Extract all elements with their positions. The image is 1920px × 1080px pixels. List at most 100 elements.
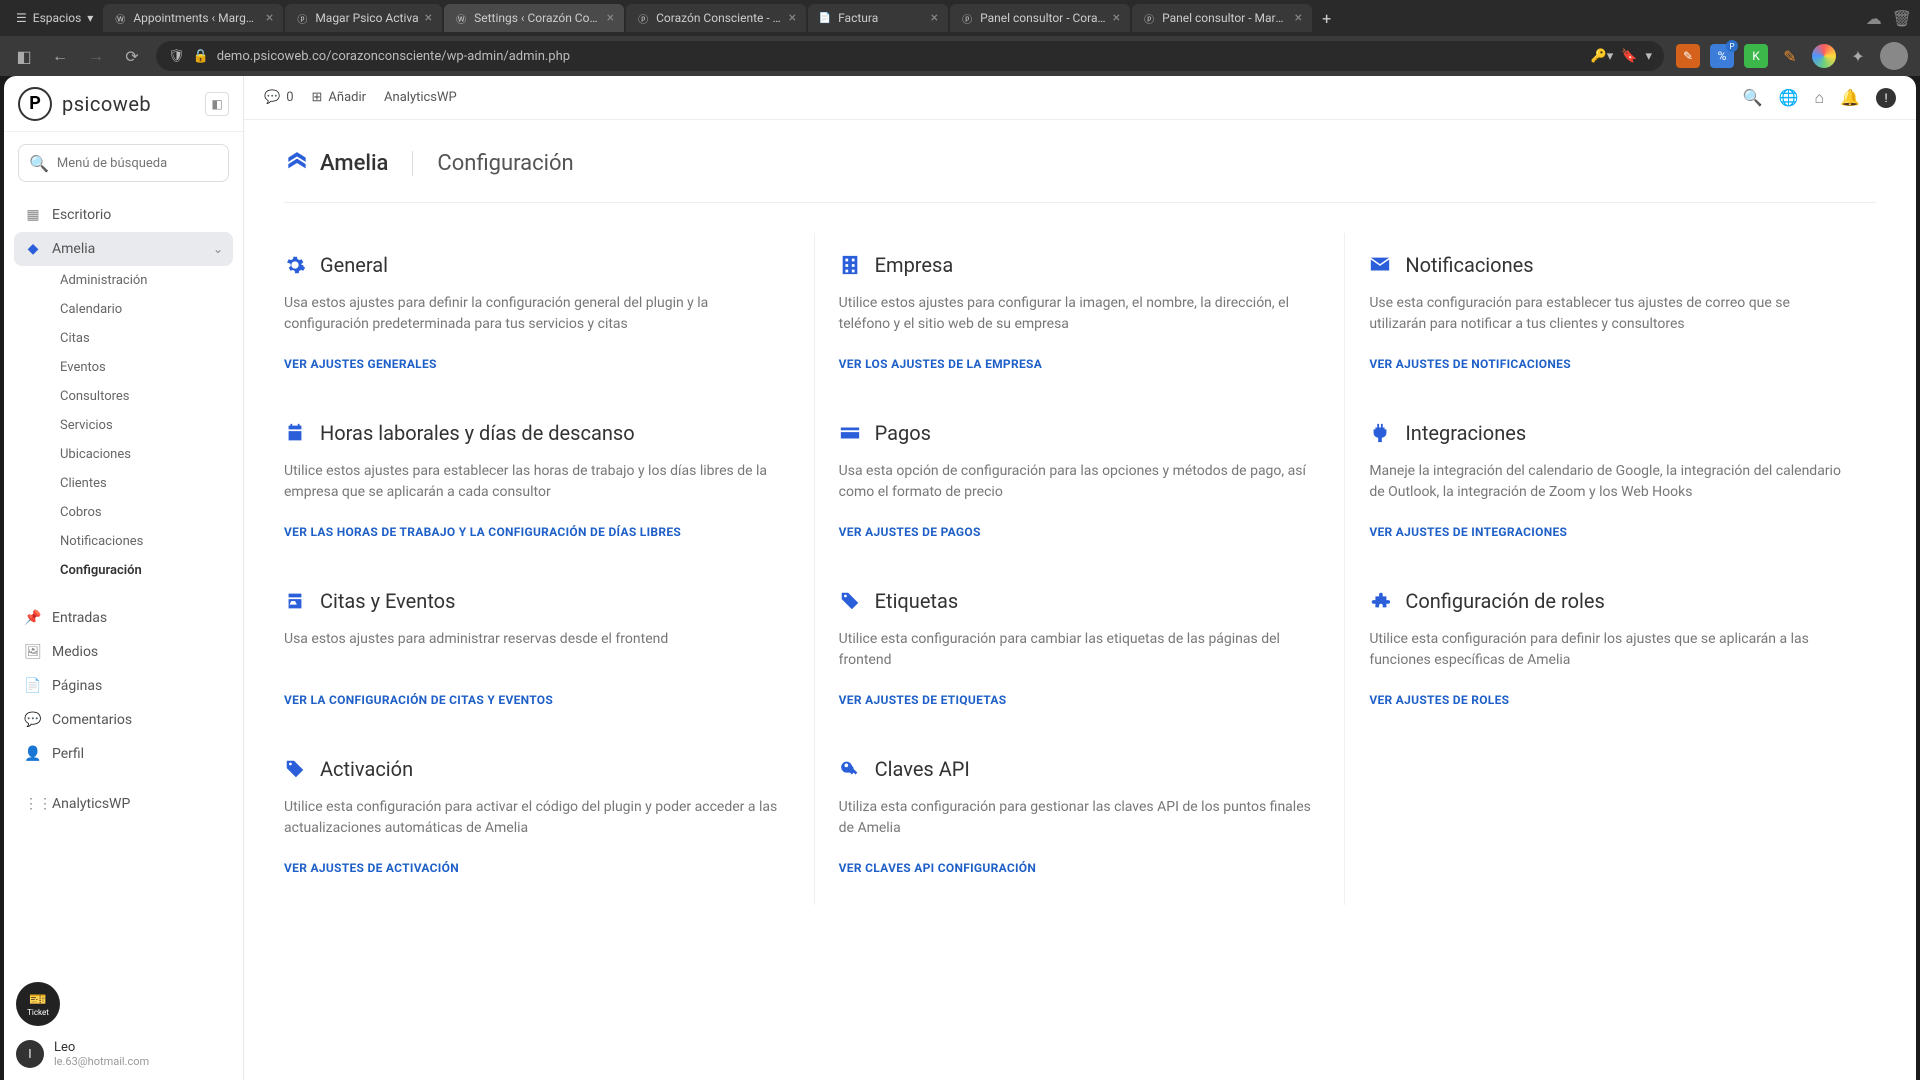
amelia-logo-icon <box>284 150 310 176</box>
tab-label: Factura <box>838 11 925 25</box>
topbar-comments[interactable]: 💬 0 <box>264 90 294 105</box>
sidebar-subitem[interactable]: Clientes <box>38 469 233 498</box>
card-link[interactable]: VER AJUSTES DE ACTIVACIÓN <box>284 861 784 875</box>
key-icon <box>839 758 861 780</box>
settings-card: Integraciones Maneje la integración del … <box>1345 401 1876 569</box>
sidebar-subitem[interactable]: Consultores <box>38 382 233 411</box>
sidebar-item-entries[interactable]: 📌 Entradas <box>14 601 233 635</box>
sidebar-subitem[interactable]: Calendario <box>38 295 233 324</box>
card-link[interactable]: VER AJUSTES DE NOTIFICACIONES <box>1369 357 1846 371</box>
marker-ext-icon[interactable]: ✎ <box>1778 44 1802 68</box>
card-link[interactable]: VER LA CONFIGURACIÓN DE CITAS Y EVENTOS <box>284 693 784 707</box>
sidebar-subitem[interactable]: Cobros <box>38 498 233 527</box>
card-title: Etiquetas <box>875 589 959 613</box>
extensions-icon[interactable]: ✦ <box>1846 44 1870 68</box>
sidebar-toggle-icon[interactable]: ◧ <box>12 47 36 66</box>
browser-tab[interactable]: ⓟMagar Psico Activa× <box>285 4 442 32</box>
sidebar-collapse-button[interactable]: ◧ <box>205 92 229 116</box>
percent-ext-icon[interactable]: %P <box>1710 44 1734 68</box>
favicon-icon: 📄 <box>818 11 832 25</box>
page-title: Configuración <box>412 151 573 176</box>
close-icon[interactable]: × <box>607 10 614 26</box>
ticket-label: Ticket <box>27 1008 49 1017</box>
mail-icon <box>1369 254 1391 276</box>
browser-tab[interactable]: Ⓦ Appointments ‹ Marga Ps × <box>103 4 283 32</box>
address-bar[interactable]: 🛡 🔒 demo.psicoweb.co/corazonconsciente/w… <box>156 41 1664 71</box>
sidebar-subitem[interactable]: Servicios <box>38 411 233 440</box>
globe-icon[interactable]: 🌐 <box>1778 88 1798 108</box>
user-profile[interactable]: l Leo le.63@hotmail.com <box>16 1040 231 1068</box>
sidebar-subitem[interactable]: Ubicaciones <box>38 440 233 469</box>
forward-button[interactable]: → <box>84 46 108 66</box>
browser-tab[interactable]: ⓌSettings ‹ Corazón Cons× <box>444 4 624 32</box>
analytics-icon: ⋮⋮ <box>24 796 42 812</box>
close-icon[interactable]: × <box>425 10 432 26</box>
sidebar-item-profile[interactable]: 👤 Perfil <box>14 737 233 771</box>
sidebar-item-analytics[interactable]: ⋮⋮ AnalyticsWP <box>14 787 233 821</box>
media-icon: 🖼 <box>24 644 42 660</box>
card-link[interactable]: VER AJUSTES DE INTEGRACIONES <box>1369 525 1846 539</box>
tab-label: Appointments ‹ Marga Ps <box>133 11 260 25</box>
browser-tab[interactable]: 📄 Factura × <box>808 4 948 32</box>
search-icon[interactable]: 🔍 <box>1743 88 1763 108</box>
close-icon[interactable]: × <box>931 10 938 26</box>
card-link[interactable]: VER AJUSTES DE PAGOS <box>839 525 1315 539</box>
bookmark-icon[interactable]: 🔖 <box>1621 49 1637 64</box>
card-description: Usa estos ajustes para administrar reser… <box>284 629 784 671</box>
profile-avatar[interactable] <box>1880 42 1908 70</box>
sidebar-item-label: Entradas <box>52 610 107 626</box>
sidebar-subitem[interactable]: Eventos <box>38 353 233 382</box>
back-button[interactable]: ← <box>48 46 72 66</box>
tab-label: Panel consultor - Corazón <box>980 11 1107 25</box>
close-icon[interactable]: × <box>266 10 273 26</box>
sidebar-item-media[interactable]: 🖼 Medios <box>14 635 233 669</box>
browser-tab[interactable]: ⓟPanel consultor - Marga P× <box>1132 4 1312 32</box>
brand-name: psicoweb <box>62 92 151 116</box>
sidebar-item-comments[interactable]: 💬 Comentarios <box>14 703 233 737</box>
pen-ext-icon[interactable]: ✎ <box>1676 44 1700 68</box>
calendar-icon <box>284 422 306 444</box>
sidebar-item-desktop[interactable]: ▦ Escritorio <box>14 198 233 232</box>
bell-icon[interactable]: 🔔 <box>1840 88 1860 108</box>
sidebar-item-pages[interactable]: 📄 Páginas <box>14 669 233 703</box>
plug-icon <box>1369 422 1391 444</box>
admin-topbar: 💬 0 ⊞ Añadir AnalyticsWP 🔍 🌐 ⌂ 🔔 ! <box>244 76 1916 120</box>
close-icon[interactable]: × <box>789 10 796 26</box>
sidebar-subitem[interactable]: Citas <box>38 324 233 353</box>
sidebar-item-amelia[interactable]: ◆ Amelia ⌄ <box>14 232 233 266</box>
chevron-down-icon[interactable]: ▾ <box>1645 49 1652 64</box>
browser-tab[interactable]: ⓟCorazón Consciente - Des× <box>626 4 806 32</box>
topbar-add[interactable]: ⊞ Añadir <box>312 90 367 105</box>
new-tab-button[interactable]: + <box>1314 5 1339 32</box>
ticket-button[interactable]: 🎫 Ticket <box>16 982 60 1026</box>
card-link[interactable]: VER LAS HORAS DE TRABAJO Y LA CONFIGURAC… <box>284 525 784 539</box>
favicon-icon: Ⓦ <box>113 11 127 25</box>
card-link[interactable]: VER AJUSTES DE ROLES <box>1369 693 1846 707</box>
card-link[interactable]: VER AJUSTES GENERALES <box>284 357 784 371</box>
card-description: Utilice estos ajustes para establecer la… <box>284 461 784 503</box>
home-icon[interactable]: ⌂ <box>1814 88 1824 108</box>
sidebar-subitem[interactable]: Administración <box>38 266 233 295</box>
cloud-icon[interactable]: ☁ <box>1866 9 1882 28</box>
trash-icon[interactable]: 🗑 <box>1892 9 1912 28</box>
close-icon[interactable]: × <box>1295 10 1302 26</box>
card-description: Utilice esta configuración para definir … <box>1369 629 1846 671</box>
reload-button[interactable]: ⟳ <box>120 47 144 66</box>
k-ext-icon[interactable]: K <box>1744 44 1768 68</box>
info-icon[interactable]: ! <box>1876 88 1896 108</box>
tab-group-menu[interactable]: ☰ Espacios ▾ <box>8 11 101 25</box>
card-link[interactable]: VER CLAVES API CONFIGURACIÓN <box>839 861 1315 875</box>
card-link[interactable]: VER LOS AJUSTES DE LA EMPRESA <box>839 357 1315 371</box>
card-link[interactable]: VER AJUSTES DE ETIQUETAS <box>839 693 1315 707</box>
sidebar-subitem[interactable]: Notificaciones <box>38 527 233 556</box>
browser-tab[interactable]: ⓟPanel consultor - Corazón× <box>950 4 1130 32</box>
page-header: Amelia Configuración <box>284 150 1876 203</box>
key-badge-icon[interactable]: 🔑▾ <box>1591 49 1614 64</box>
rainbow-ext-icon[interactable] <box>1812 44 1836 68</box>
topbar-analytics[interactable]: AnalyticsWP <box>384 90 457 105</box>
sidebar-search[interactable]: 🔍 <box>18 144 229 182</box>
close-icon[interactable]: × <box>1113 10 1120 26</box>
search-input[interactable] <box>57 156 223 171</box>
card-description: Usa estos ajustes para definir la config… <box>284 293 784 335</box>
sidebar-subitem[interactable]: Configuración <box>38 556 233 585</box>
